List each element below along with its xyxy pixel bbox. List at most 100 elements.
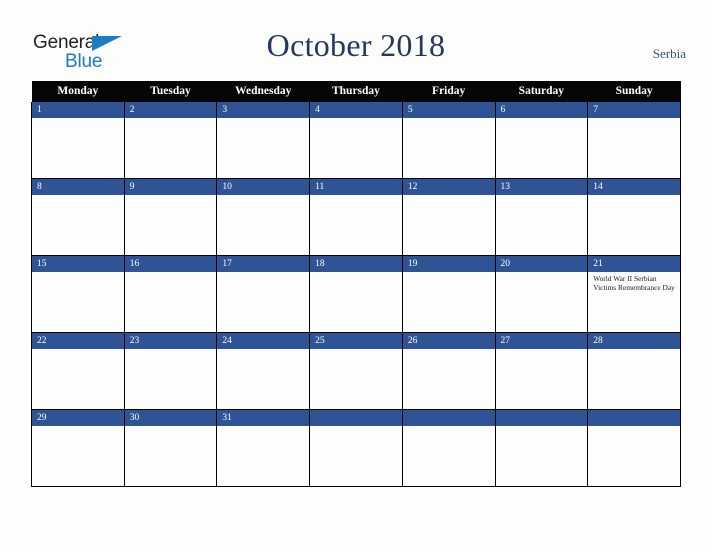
day-number: 19 (402, 256, 495, 272)
calendar-weekday-header: Saturday (495, 81, 588, 102)
calendar-day-cell[interactable]: 8 (31, 178, 125, 256)
day-number (310, 410, 402, 426)
calendar-day-cell[interactable]: 4 (309, 102, 403, 179)
day-cell-body (310, 349, 402, 409)
day-cell-body (310, 195, 402, 255)
calendar-weekday-header: Sunday (587, 81, 681, 102)
day-cell-body (403, 195, 495, 255)
day-cell-body (496, 349, 588, 409)
calendar-day-cell[interactable]: 1 (31, 102, 125, 179)
day-cell-body (32, 118, 124, 178)
holiday-event-label: World War II Serbian Victims Remembrance… (593, 274, 675, 293)
region-label: Serbia (652, 46, 686, 61)
calendar-day-cell[interactable]: 13 (494, 178, 589, 256)
day-number: 7 (588, 102, 680, 118)
day-number (588, 410, 680, 426)
day-cell-body (125, 349, 217, 409)
calendar-day-cell[interactable]: 7 (587, 102, 681, 179)
calendar-day-cell[interactable]: 20 (494, 255, 589, 333)
calendar-day-cell[interactable]: 6 (494, 102, 589, 179)
calendar-weekday-header: Thursday (309, 81, 403, 102)
calendar-day-cell[interactable]: 25 (309, 332, 403, 410)
day-number: 2 (124, 102, 217, 118)
day-cell-body (310, 118, 402, 178)
day-cell-body (588, 349, 680, 409)
calendar-day-cell[interactable]: 10 (216, 178, 311, 256)
calendar-day-cell[interactable]: 12 (401, 178, 496, 256)
day-number: 17 (217, 256, 310, 272)
day-cell-body (403, 272, 495, 332)
calendar-day-cell[interactable]: 29 (31, 409, 125, 487)
day-number: 9 (124, 179, 217, 195)
day-cell-body (496, 272, 588, 332)
day-cell-body (217, 118, 309, 178)
day-number: 31 (217, 410, 310, 426)
calendar-day-cell[interactable]: 31 (216, 409, 311, 487)
day-cell-body (125, 118, 217, 178)
day-cell-body (496, 118, 588, 178)
day-cell-body (588, 118, 680, 178)
day-number: 27 (495, 333, 588, 349)
day-number: 25 (310, 333, 402, 349)
calendar-day-cell[interactable] (309, 409, 403, 487)
day-number: 24 (217, 333, 310, 349)
day-cell-body (403, 349, 495, 409)
day-number: 28 (588, 333, 680, 349)
day-number: 10 (217, 179, 310, 195)
calendar-day-cell[interactable]: 18 (309, 255, 403, 333)
day-number: 3 (217, 102, 310, 118)
day-number: 22 (32, 333, 124, 349)
day-cell-body (588, 195, 680, 255)
calendar-day-cell[interactable]: 17 (216, 255, 311, 333)
day-cell-body (496, 426, 588, 486)
calendar-day-cell[interactable]: 14 (587, 178, 681, 256)
calendar-day-cell[interactable]: 11 (309, 178, 403, 256)
calendar-week-row: 22 23 24 25 26 27 28 (31, 332, 681, 410)
day-cell-body (588, 426, 680, 486)
calendar-day-cell[interactable] (587, 409, 681, 487)
day-number: 8 (32, 179, 124, 195)
day-number: 16 (124, 256, 217, 272)
calendar-day-cell[interactable]: 22 (31, 332, 125, 410)
calendar-week-row: 1234567 (31, 102, 681, 179)
calendar-day-cell[interactable]: 5 (401, 102, 496, 179)
day-cell-body (125, 195, 217, 255)
day-cell-body (125, 426, 217, 486)
calendar-day-cell[interactable]: 28 (587, 332, 681, 410)
calendar-day-cell[interactable]: 3 (216, 102, 311, 179)
calendar-week-row: 15 16 17 18 19 20 21 World War II Serbian Victi… (31, 255, 681, 333)
page-header: General Blue October 2018 Serbia (0, 0, 712, 81)
calendar-day-cell[interactable]: 2 (123, 102, 218, 179)
day-cell-body: World War II Serbian Victims Remembrance… (588, 272, 680, 332)
day-number: 5 (402, 102, 495, 118)
day-cell-body (32, 195, 124, 255)
calendar-day-cell[interactable]: 15 (31, 255, 125, 333)
day-cell-body (310, 272, 402, 332)
day-number (495, 410, 588, 426)
calendar-day-cell[interactable]: 9 (123, 178, 218, 256)
day-cell-body (217, 349, 309, 409)
day-cell-body (310, 426, 402, 486)
calendar-day-cell[interactable]: 16 (123, 255, 218, 333)
calendar-day-cell[interactable] (401, 409, 496, 487)
calendar-day-cell[interactable]: 26 (401, 332, 496, 410)
day-cell-body (217, 272, 309, 332)
day-number: 26 (402, 333, 495, 349)
day-number: 21 (588, 256, 680, 272)
calendar-day-cell[interactable]: 30 (123, 409, 218, 487)
day-number (402, 410, 495, 426)
calendar-day-cell[interactable]: 27 (494, 332, 589, 410)
day-number: 20 (495, 256, 588, 272)
calendar-day-cell[interactable]: 19 (401, 255, 496, 333)
calendar-day-cell[interactable]: 21 World War II Serbian Victims Remembran… (587, 255, 681, 333)
day-cell-body (496, 195, 588, 255)
day-cell-body (217, 426, 309, 486)
calendar-day-cell[interactable]: 24 (216, 332, 311, 410)
day-number: 30 (124, 410, 217, 426)
calendar-grid: Monday Tuesday Wednesday Thursday Friday Satu… (31, 81, 681, 487)
calendar-weekday-header-row: Monday Tuesday Wednesday Thursday Friday Satu… (31, 81, 681, 102)
day-number: 23 (124, 333, 217, 349)
calendar-weekday-header: Tuesday (124, 81, 217, 102)
calendar-day-cell[interactable]: 23 (123, 332, 218, 410)
calendar-day-cell[interactable] (494, 409, 589, 487)
